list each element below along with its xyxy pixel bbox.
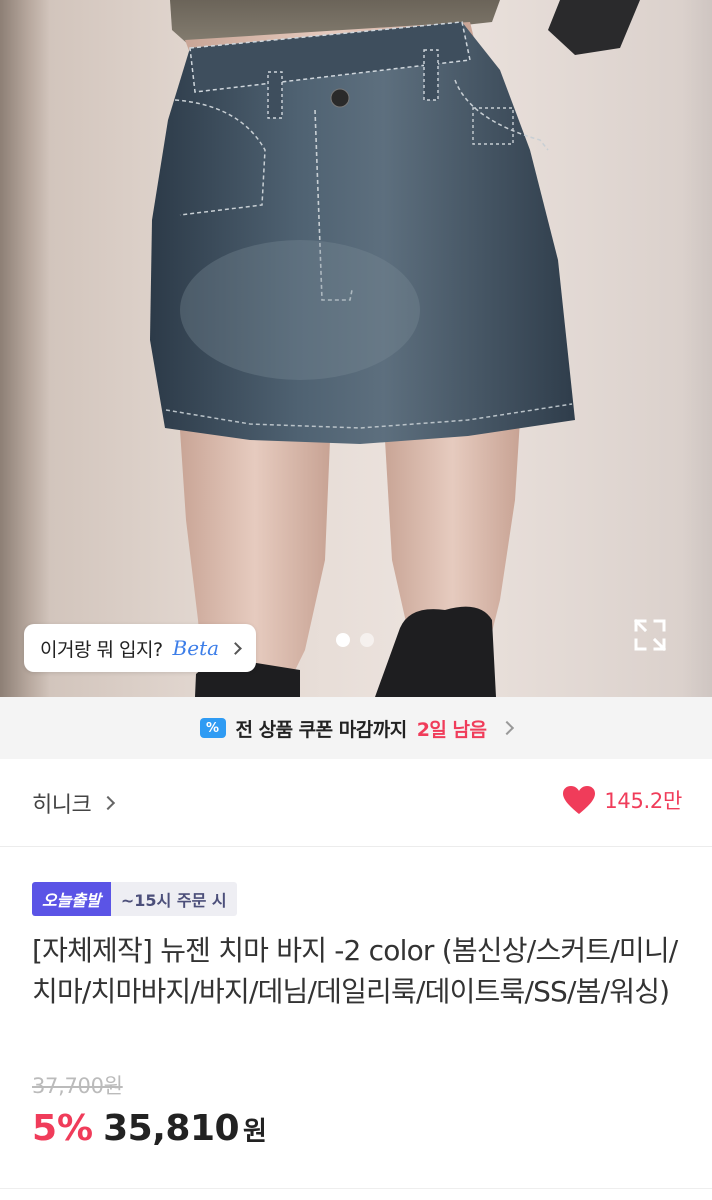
ai-outfit-question: 이거랑 뭐 입지? — [40, 638, 163, 661]
same-day-shipping-badge: 오늘출발 — [32, 882, 111, 916]
original-price: 37,700원 — [32, 1074, 123, 1098]
ai-outfit-suggestion-button[interactable]: 이거랑 뭐 입지? Beta — [24, 624, 257, 672]
coupon-percent-icon: % — [199, 718, 226, 738]
carousel-indicator — [336, 633, 374, 647]
seller-name: 히니크 — [32, 793, 92, 818]
seller-link[interactable]: 히니크 — [32, 787, 116, 819]
order-deadline-badge: ~15시 주문 시 — [110, 882, 237, 916]
divider — [0, 1188, 712, 1189]
heart-icon — [563, 786, 596, 814]
beta-label: Beta — [172, 636, 220, 660]
chevron-right-icon — [500, 720, 515, 736]
seller-row: 히니크 145.2만 — [0, 759, 712, 847]
product-image[interactable]: 이거랑 뭐 입지? Beta — [0, 0, 712, 697]
price-row: 5% 35,810 원 — [32, 1108, 267, 1149]
coupon-banner-text: 전 상품 쿠폰 마감까지 — [235, 718, 408, 741]
carousel-dot-2[interactable] — [360, 633, 374, 647]
carousel-dot-1[interactable] — [336, 633, 350, 647]
delivery-badges: 오늘출발 ~15시 주문 시 — [32, 882, 237, 916]
denim-skirt-illustration — [150, 0, 640, 697]
chevron-right-icon — [229, 641, 242, 655]
sale-price: 35,810 — [103, 1108, 240, 1149]
expand-icon[interactable] — [633, 618, 667, 652]
discount-rate: 5% — [32, 1108, 94, 1149]
product-title: [자체제작] 뉴젠 치마 바지 -2 color (봄신상/스커트/미니/치마/… — [32, 934, 678, 1008]
like-count: 145.2만 — [604, 789, 682, 813]
currency-label: 원 — [243, 1117, 267, 1147]
coupon-banner[interactable]: % 전 상품 쿠폰 마감까지 2일 남음 — [0, 697, 712, 759]
like-button[interactable]: 145.2만 — [562, 785, 682, 815]
chevron-right-icon — [101, 795, 116, 811]
coupon-remaining: 2일 남음 — [416, 718, 487, 741]
